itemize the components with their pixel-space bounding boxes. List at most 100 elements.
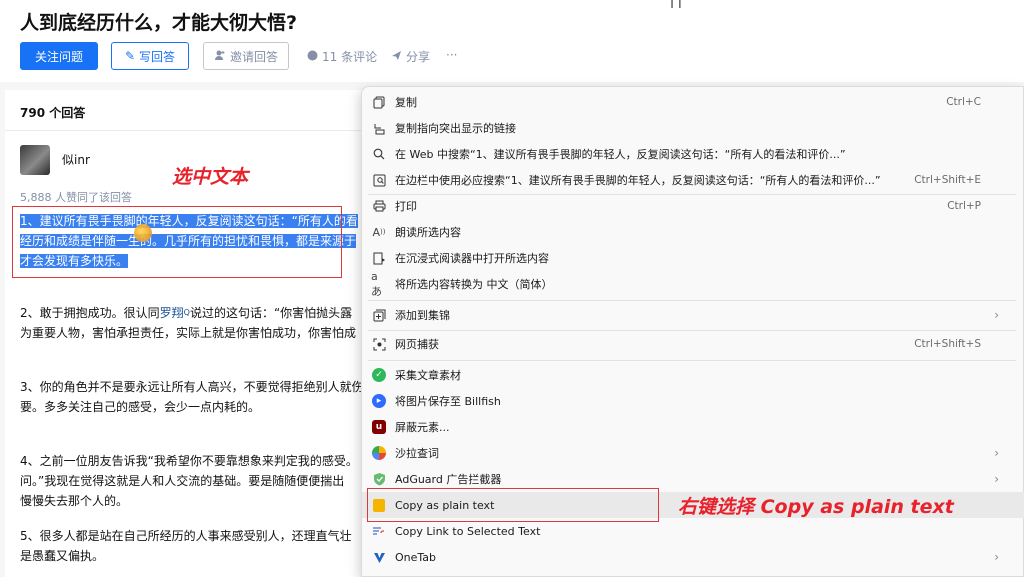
- menu-item-label: 将图片保存至 Billfish: [395, 395, 501, 408]
- menu-item-label: 复制: [395, 96, 417, 109]
- menu-item-web-search[interactable]: 在 Web 中搜索“1、建议所有畏手畏脚的年轻人，反复阅读这句话：“所有人的看法…: [362, 141, 1024, 167]
- comments-button[interactable]: 11 条评论: [307, 48, 377, 65]
- menu-item-copy[interactable]: 复制 Ctrl+C: [362, 89, 1024, 115]
- ublock-icon: u: [371, 419, 387, 435]
- menu-item-collect-article[interactable]: ✓ 采集文章素材: [362, 362, 1024, 388]
- chevron-right-icon: ›: [994, 472, 999, 486]
- share-label: 分享: [406, 50, 431, 64]
- answer-paragraph-2: 2、敢于拥抱成功。很认同罗翔Q说过的这句话：“你害怕抛头露 为重要人物，害怕承担…: [20, 303, 365, 343]
- votes-count: 5,888 人赞同了该回答: [20, 191, 132, 204]
- para-text: 要。多多关注自己的感受，会少一点内耗的。: [20, 400, 261, 414]
- comments-label: 11 条评论: [322, 50, 378, 64]
- menu-item-translate[interactable]: aあ 将所选内容转换为 中文（简体）: [362, 269, 1024, 298]
- share-button[interactable]: 分享: [391, 48, 430, 65]
- billfish-icon: ▸: [371, 393, 387, 409]
- menu-item-label: AdGuard 广告拦截器: [395, 473, 502, 486]
- write-answer-label: 写回答: [139, 49, 176, 64]
- menu-item-label: Copy Link to Selected Text: [395, 524, 541, 538]
- menu-item-web-capture[interactable]: 网页捕获 Ctrl+Shift+S: [362, 331, 1024, 357]
- follow-question-button[interactable]: 关注问题: [20, 42, 98, 70]
- para-text: 2、敢于拥抱成功。很认同: [20, 306, 160, 320]
- menu-item-label: 网页捕获: [395, 338, 439, 351]
- answer-paragraph-3: 3、你的角色并不是要永远让所有人高兴，不要觉得拒绝别人就伤 要。多多关注自己的感…: [20, 377, 365, 417]
- menu-item-print[interactable]: 打印 Ctrl+P: [362, 193, 1024, 219]
- selection-highlight-box: [12, 206, 342, 278]
- menu-item-label: 在 Web 中搜索“1、建议所有畏手畏脚的年轻人，反复阅读这句话：“所有人的看法…: [395, 148, 846, 161]
- author-link[interactable]: 罗翔: [160, 306, 184, 320]
- select-text-annotation: 选中文本: [172, 166, 249, 188]
- avatar[interactable]: [20, 145, 50, 175]
- menu-item-label: 添加到集锦: [395, 309, 450, 322]
- menu-item-label: 打印: [395, 200, 417, 213]
- menu-item-onetab[interactable]: OneTab ›: [362, 544, 1024, 570]
- menu-item-read-aloud[interactable]: A)) 朗读所选内容: [362, 219, 1024, 245]
- read-aloud-icon: A)): [372, 225, 386, 239]
- answer-paragraph-4: 4、之前一位朋友告诉我“我希望你不要靠想象来判定我的感受。 问。”我现在觉得这就…: [20, 451, 365, 511]
- copy-link-icon: [371, 523, 387, 539]
- para-text: 说过的这句话：“你害怕抛头露: [189, 306, 353, 320]
- comment-icon: [307, 50, 318, 64]
- author-name[interactable]: 似inr: [62, 151, 90, 168]
- menu-item-sidebar-search[interactable]: 在边栏中使用必应搜索“1、建议所有畏手畏脚的年轻人，反复阅读这句话：“所有人的看…: [362, 167, 1024, 193]
- question-header: 人到底经历什么，才能大彻大悟? | | 关注问题 ✎ 写回答 邀请回答 11 条…: [0, 0, 1024, 82]
- onetab-icon: [371, 549, 387, 565]
- menu-item-block-element[interactable]: u 屏蔽元素...: [362, 414, 1024, 440]
- web-capture-icon: [371, 336, 387, 352]
- copy-plain-text-highlight-box: [367, 488, 659, 522]
- top-right-fragment: | |: [670, 0, 682, 8]
- share-icon: [391, 50, 402, 64]
- print-icon: [371, 198, 387, 214]
- more-button[interactable]: ···: [446, 48, 457, 62]
- para-text: 5、很多人都是站在自己所经历的人事来感受别人，还理直气壮: [20, 529, 352, 543]
- menu-item-shortcut: Ctrl+P: [947, 200, 981, 212]
- para-text: 3、你的角色并不是要永远让所有人高兴，不要觉得拒绝别人就伤: [20, 380, 364, 394]
- salad-dict-icon: [371, 445, 387, 461]
- more-icon: ···: [446, 48, 458, 62]
- menu-item-shortcut: Ctrl+C: [946, 96, 981, 108]
- para-text: 是愚蠢又偏执。: [20, 549, 105, 563]
- para-text: 问。”我现在觉得这就是人和人交流的基础。要是随随便便揣出: [20, 474, 345, 488]
- chevron-right-icon: ›: [994, 446, 999, 460]
- follow-question-label: 关注问题: [34, 49, 83, 64]
- chevron-right-icon: ›: [994, 308, 999, 322]
- answers-count: 790 个回答: [20, 106, 86, 120]
- question-title: 人到底经历什么，才能大彻大悟?: [20, 12, 298, 34]
- invite-person-icon: [214, 49, 226, 64]
- collect-article-icon: ✓: [371, 367, 387, 383]
- pencil-icon: ✎: [124, 49, 136, 63]
- menu-item-immersive-reader[interactable]: 在沉浸式阅读器中打开所选内容: [362, 245, 1024, 271]
- right-click-annotation: 右键选择 Copy as plain text: [678, 496, 954, 518]
- menu-item-label: 沙拉查词: [395, 447, 439, 460]
- sidebar-search-icon: [371, 172, 387, 188]
- link-highlight-icon: [371, 120, 387, 136]
- menu-item-shortcut: Ctrl+Shift+E: [914, 174, 981, 186]
- invite-answer-label: 邀请回答: [229, 49, 278, 64]
- copy-icon: [371, 94, 387, 110]
- menu-item-label: 屏蔽元素...: [395, 421, 450, 434]
- cursor-icon: [134, 224, 152, 242]
- menu-item-label: 将所选内容转换为 中文（简体）: [395, 278, 553, 291]
- menu-item-label: 在边栏中使用必应搜索“1、建议所有畏手畏脚的年轻人，反复阅读这句话：“所有人的看…: [395, 174, 881, 187]
- collections-icon: [371, 307, 387, 323]
- para-text: 为重要人物，害怕承担责任，实际上就是你害怕成功，你害怕成: [20, 326, 357, 340]
- menu-item-label: 复制指向突出显示的链接: [395, 122, 516, 135]
- menu-item-copy-highlight-link[interactable]: 复制指向突出显示的链接: [362, 115, 1024, 141]
- menu-item-label: 朗读所选内容: [395, 226, 461, 239]
- immersive-reader-icon: [371, 250, 387, 266]
- menu-item-shortcut: Ctrl+Shift+S: [914, 338, 981, 350]
- menu-item-label: 在沉浸式阅读器中打开所选内容: [395, 252, 549, 265]
- adguard-icon: [371, 471, 387, 487]
- para-text: 4、之前一位朋友告诉我“我希望你不要靠想象来判定我的感受。: [20, 454, 358, 468]
- menu-item-add-to-collections[interactable]: 添加到集锦 ›: [362, 302, 1024, 328]
- write-answer-button[interactable]: ✎ 写回答: [111, 42, 189, 70]
- search-icon: [371, 146, 387, 162]
- invite-answer-button[interactable]: 邀请回答: [203, 42, 289, 70]
- menu-item-save-to-billfish[interactable]: ▸ 将图片保存至 Billfish: [362, 388, 1024, 414]
- menu-item-label: 采集文章素材: [395, 369, 461, 382]
- translate-icon: aあ: [371, 269, 382, 298]
- menu-separator: [368, 360, 1016, 361]
- menu-separator: [368, 300, 1016, 301]
- para-text: 慢慢失去那个人的。: [20, 494, 129, 508]
- divider: [5, 130, 365, 131]
- menu-item-salad-dict[interactable]: 沙拉查词 ›: [362, 440, 1024, 466]
